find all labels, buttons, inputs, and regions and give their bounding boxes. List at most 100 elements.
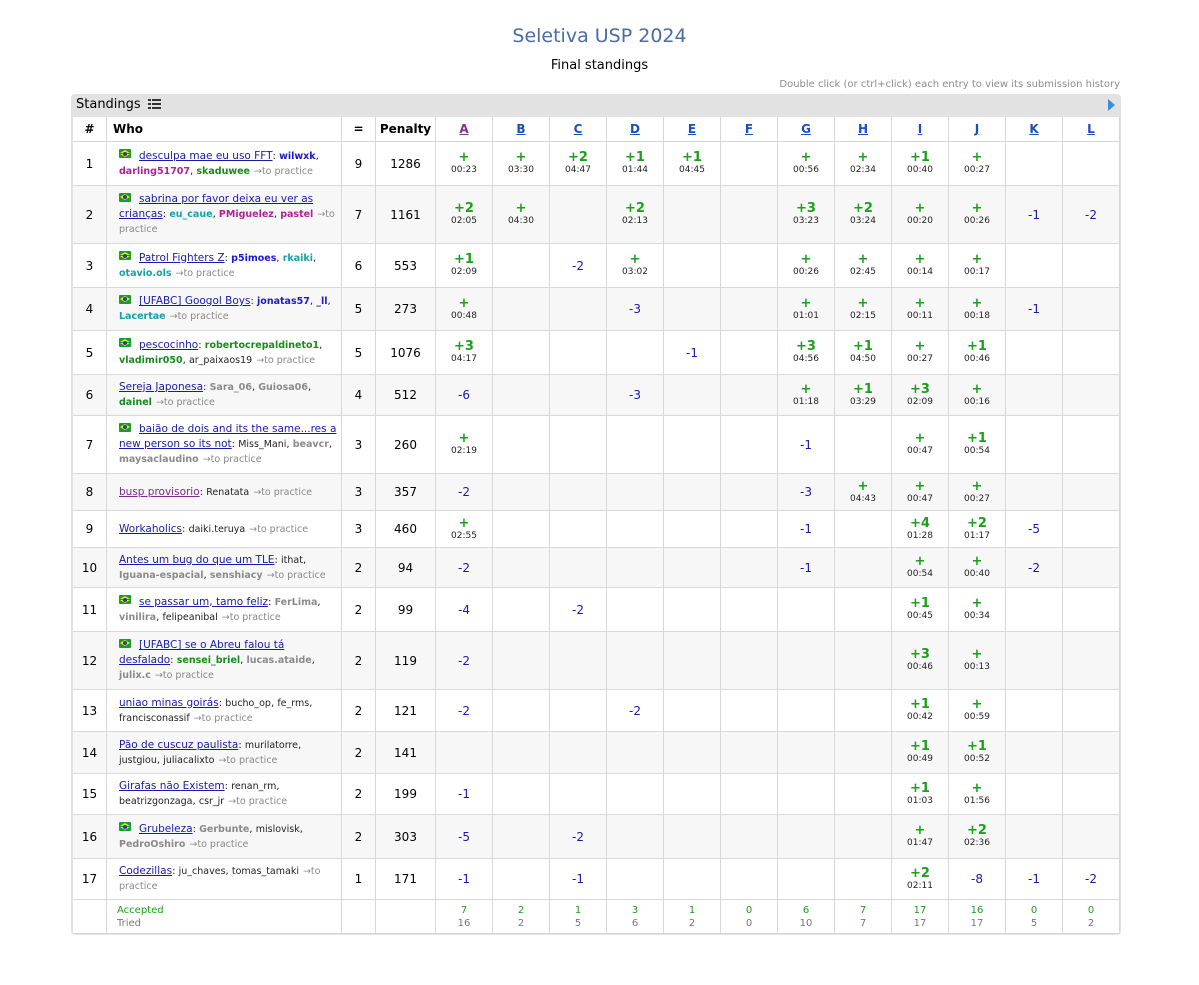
problem-cell-c[interactable]: -1 <box>550 859 607 900</box>
problem-cell-a[interactable]: -1 <box>436 774 493 815</box>
table-row[interactable]: 4 [UFABC] Googol Boys: jonatas57, _ll, La… <box>73 288 1120 331</box>
problem-cell-i[interactable]: +1 00:42 <box>892 690 949 732</box>
problem-cell-l[interactable]: -2 <box>1063 186 1120 244</box>
table-row[interactable]: 14 Pão de cuscuz paulista: murilatorre, j… <box>73 732 1120 774</box>
problem-cell-g[interactable]: -1 <box>778 548 835 588</box>
table-row[interactable]: 3 Patrol Fighters Z: p5imoes, rkaiki, ota… <box>73 244 1120 288</box>
problem-cell-c[interactable]: +2 04:47 <box>550 142 607 186</box>
problem-cell-a[interactable]: -1 <box>436 859 493 900</box>
problem-cell-j[interactable]: +00:26 <box>949 186 1006 244</box>
problem-cell-k[interactable]: -1 <box>1006 288 1063 331</box>
problem-cell-i[interactable]: +3 02:09 <box>892 375 949 416</box>
table-row[interactable]: 5 pescocinho: robertocrepaldineto1, vladi… <box>73 331 1120 375</box>
problem-cell-i[interactable]: +00:14 <box>892 244 949 288</box>
problem-cell-i[interactable]: +00:47 <box>892 474 949 511</box>
table-row[interactable]: 11 se passar um, tamo feliz: FerLima, vin… <box>73 588 1120 632</box>
problem-link-f[interactable]: F <box>745 122 753 136</box>
to-practice-link[interactable]: →to practice <box>170 311 229 322</box>
problem-cell-g[interactable]: +3 04:56 <box>778 331 835 375</box>
to-practice-link[interactable]: →to practice <box>156 397 215 408</box>
problem-cell-a[interactable]: +02:55 <box>436 511 493 548</box>
problem-cell-c[interactable]: -2 <box>550 815 607 859</box>
problem-cell-a[interactable]: -5 <box>436 815 493 859</box>
problem-cell-g[interactable]: +01:01 <box>778 288 835 331</box>
team-name-link[interactable]: desculpa mae eu uso FFT <box>139 150 273 162</box>
to-practice-link[interactable]: →to practice <box>267 570 326 581</box>
problem-cell-a[interactable]: -2 <box>436 548 493 588</box>
problem-link-k[interactable]: K <box>1029 122 1038 136</box>
problem-cell-d[interactable]: +2 02:13 <box>607 186 664 244</box>
problem-cell-k[interactable]: -2 <box>1006 548 1063 588</box>
team-name-link[interactable]: busp provisorio <box>119 486 200 498</box>
problem-cell-i[interactable]: +2 02:11 <box>892 859 949 900</box>
problem-cell-l[interactable]: -2 <box>1063 859 1120 900</box>
problem-cell-j[interactable]: +00:13 <box>949 632 1006 690</box>
problem-cell-g[interactable]: +01:18 <box>778 375 835 416</box>
problem-cell-j[interactable]: +00:34 <box>949 588 1006 632</box>
problem-cell-i[interactable]: +1 01:03 <box>892 774 949 815</box>
problem-cell-i[interactable]: +01:47 <box>892 815 949 859</box>
team-name-link[interactable]: Pão de cuscuz paulista <box>119 739 238 751</box>
problem-cell-b[interactable]: +03:30 <box>493 142 550 186</box>
problem-cell-d[interactable]: +1 01:44 <box>607 142 664 186</box>
problem-link-g[interactable]: G <box>801 122 811 136</box>
table-row[interactable]: 1 desculpa mae eu uso FFT: wilwxk, darlin… <box>73 142 1120 186</box>
table-row[interactable]: 17 Codezillas: ju_chaves, tomas_tamaki →to… <box>73 859 1120 900</box>
problem-cell-a[interactable]: -2 <box>436 632 493 690</box>
problem-cell-j[interactable]: +01:56 <box>949 774 1006 815</box>
to-practice-link[interactable]: →to practice <box>218 755 277 766</box>
problem-cell-g[interactable]: -3 <box>778 474 835 511</box>
table-row[interactable]: 15 Girafas não Existem: renan_rm, beatriz… <box>73 774 1120 815</box>
problem-link-a[interactable]: A <box>459 122 468 136</box>
table-row[interactable]: 2 sabrina por favor deixa eu ver as crian… <box>73 186 1120 244</box>
problem-cell-j[interactable]: +00:16 <box>949 375 1006 416</box>
problem-cell-a[interactable]: +00:48 <box>436 288 493 331</box>
problem-cell-d[interactable]: -2 <box>607 690 664 732</box>
problem-cell-h[interactable]: +2 03:24 <box>835 186 892 244</box>
table-row[interactable]: 6 Sereja Japonesa: Sara_06, Guiosa06, dai… <box>73 375 1120 416</box>
table-row[interactable]: 7 baião de dois and its the same...res a … <box>73 416 1120 474</box>
problem-cell-j[interactable]: +00:17 <box>949 244 1006 288</box>
problem-cell-j[interactable]: +2 02:36 <box>949 815 1006 859</box>
to-practice-link[interactable]: →to practice <box>176 268 235 279</box>
to-practice-link[interactable]: →to practice <box>253 487 312 498</box>
problem-cell-g[interactable]: +00:26 <box>778 244 835 288</box>
problem-cell-c[interactable]: -2 <box>550 244 607 288</box>
table-row[interactable]: 12 [UFABC] se o Abreu falou tá desfalado:… <box>73 632 1120 690</box>
problem-cell-k[interactable]: -5 <box>1006 511 1063 548</box>
team-name-link[interactable]: pescocinho <box>139 339 198 351</box>
table-row[interactable]: 8 busp provisorio: Renatata →to practice 3 3… <box>73 474 1120 511</box>
team-name-link[interactable]: Grubeleza <box>139 823 193 835</box>
problem-cell-a[interactable]: -2 <box>436 690 493 732</box>
team-name-link[interactable]: Girafas não Existem <box>119 780 225 792</box>
problem-cell-a[interactable]: -6 <box>436 375 493 416</box>
problem-cell-a[interactable]: +2 02:05 <box>436 186 493 244</box>
problem-cell-e[interactable]: -1 <box>664 331 721 375</box>
problem-cell-h[interactable]: +1 04:50 <box>835 331 892 375</box>
team-name-link[interactable]: uniao minas goirás <box>119 697 219 709</box>
problem-cell-h[interactable]: +02:34 <box>835 142 892 186</box>
problem-cell-h[interactable]: +1 03:29 <box>835 375 892 416</box>
problem-cell-j[interactable]: +2 01:17 <box>949 511 1006 548</box>
problem-cell-a[interactable]: -4 <box>436 588 493 632</box>
team-name-link[interactable]: Sereja Japonesa <box>119 381 203 393</box>
list-icon[interactable] <box>147 98 161 109</box>
problem-cell-a[interactable]: +3 04:17 <box>436 331 493 375</box>
problem-cell-g[interactable]: -1 <box>778 511 835 548</box>
problem-cell-i[interactable]: +1 00:49 <box>892 732 949 774</box>
problem-cell-j[interactable]: +00:59 <box>949 690 1006 732</box>
problem-cell-d[interactable]: +03:02 <box>607 244 664 288</box>
to-practice-link[interactable]: →to practice <box>256 355 315 366</box>
problem-link-e[interactable]: E <box>688 122 696 136</box>
table-row[interactable]: 13 uniao minas goirás: bucho_op, fe_rms, … <box>73 690 1120 732</box>
team-name-link[interactable]: Workaholics <box>119 523 182 535</box>
problem-cell-j[interactable]: +00:18 <box>949 288 1006 331</box>
problem-cell-g[interactable]: +00:56 <box>778 142 835 186</box>
problem-link-c[interactable]: C <box>574 122 583 136</box>
problem-cell-h[interactable]: +04:43 <box>835 474 892 511</box>
problem-cell-i[interactable]: +3 00:46 <box>892 632 949 690</box>
problem-cell-d[interactable]: -3 <box>607 375 664 416</box>
problem-cell-j[interactable]: +1 00:54 <box>949 416 1006 474</box>
problem-cell-k[interactable]: -1 <box>1006 186 1063 244</box>
problem-cell-b[interactable]: +04:30 <box>493 186 550 244</box>
